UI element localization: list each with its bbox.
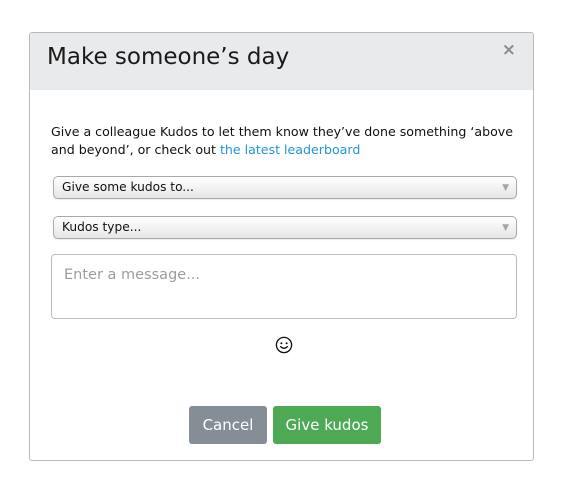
leaderboard-link[interactable]: the latest leaderboard	[220, 142, 360, 157]
recipient-select-value: Give some kudos to...	[62, 180, 194, 194]
kudos-type-select[interactable]: Kudos type... ▼	[53, 216, 517, 239]
message-input[interactable]	[51, 254, 517, 319]
kudos-dialog: Make someone’s day × Give a colleague Ku…	[29, 32, 534, 461]
cancel-button[interactable]: Cancel	[189, 406, 267, 444]
kudos-type-select-value: Kudos type...	[62, 220, 142, 234]
chevron-down-icon: ▼	[502, 183, 509, 193]
recipient-select[interactable]: Give some kudos to... ▼	[53, 176, 517, 199]
chevron-down-icon: ▼	[502, 223, 509, 233]
close-icon[interactable]: ×	[502, 42, 516, 59]
dialog-title: Make someone’s day	[47, 44, 290, 70]
give-kudos-button[interactable]: Give kudos	[273, 406, 381, 444]
smiley-face-icon[interactable]	[275, 336, 293, 354]
dialog-header: Make someone’s day ×	[30, 33, 533, 90]
intro-text: Give a colleague Kudos to let them know …	[51, 123, 521, 159]
